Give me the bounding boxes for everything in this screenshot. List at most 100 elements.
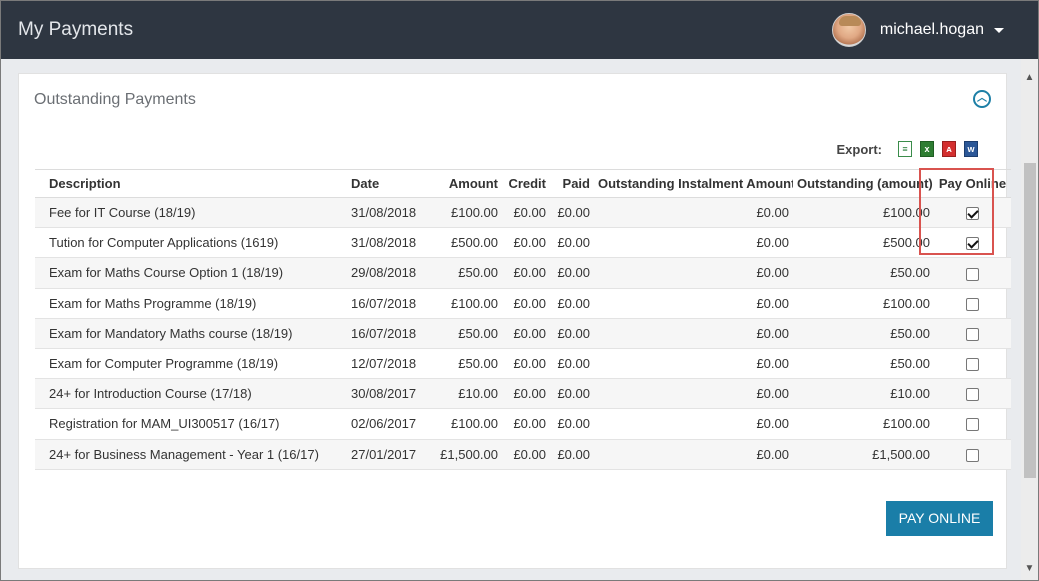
cell-amount: £50.00 [427,348,502,380]
cell-instalment: £0.00 [594,348,793,380]
cell-description: 24+ for Introduction Course (17/18) [35,378,347,410]
cell-amount: £100.00 [427,408,502,440]
export-label: Export: [836,141,883,157]
cell-pay-online [934,227,1011,259]
pay-online-checkbox[interactable] [966,267,979,281]
caret-down-icon[interactable] [994,27,1004,33]
cell-amount: £50.00 [427,318,502,349]
cell-credit: £0.00 [502,288,550,319]
cell-credit: £0.00 [502,197,550,229]
column-header-amount[interactable]: Amount [427,169,502,198]
cell-description: Registration for MAM_UI300517 (16/17) [35,408,347,440]
cell-paid: £0.00 [550,318,594,349]
cell-amount: £500.00 [427,227,502,259]
chevron-up-circle-icon[interactable]: ︿ [973,90,991,108]
cell-date: 27/01/2017 [347,439,427,470]
pay-online-checkbox[interactable] [966,448,979,462]
pay-online-checkbox[interactable] [966,297,979,311]
cell-amount: £10.00 [427,378,502,410]
cell-credit: £0.00 [502,408,550,440]
column-header-pay-online[interactable]: Pay Online [934,169,1011,198]
column-header-description[interactable]: Description [35,169,347,198]
cell-instalment: £0.00 [594,408,793,440]
export-toolbar: Export: ≡ x ᴀ w [836,141,978,157]
cell-outstanding: £10.00 [793,378,934,410]
cell-paid: £0.00 [550,408,594,440]
column-header-outstanding[interactable]: Outstanding (amount) [793,169,934,198]
export-csv-icon[interactable]: ≡ [898,141,912,157]
pay-online-button[interactable]: PAY ONLINE [886,501,993,536]
pay-online-checkbox[interactable] [966,207,979,221]
cell-paid: £0.00 [550,439,594,470]
cell-credit: £0.00 [502,257,550,289]
user-menu[interactable]: michael.hogan [831,13,1004,47]
cell-pay-online [934,257,1011,289]
cell-amount: £100.00 [427,288,502,319]
cell-date: 31/08/2018 [347,197,427,229]
cell-description: Exam for Maths Course Option 1 (18/19) [35,257,347,289]
cell-instalment: £0.00 [594,197,793,229]
scroll-up-arrow-icon[interactable]: ▲ [1021,69,1038,86]
table-row: Exam for Maths Programme (18/19) 16/07/20… [35,288,1011,319]
table-row: Exam for Computer Programme (18/19) 12/07… [35,348,1011,380]
table-row: Tution for Computer Applications (1619) 3… [35,227,1011,259]
cell-outstanding: £1,500.00 [793,439,934,470]
cell-pay-online [934,439,1011,470]
cell-paid: £0.00 [550,197,594,229]
cell-description: 24+ for Business Management - Year 1 (16… [35,439,347,470]
pay-online-checkbox[interactable] [966,418,979,432]
app-window: My Payments michael.hogan Outstanding Pa… [0,0,1039,581]
username-label[interactable]: michael.hogan [880,21,984,39]
column-header-credit[interactable]: Credit [502,169,550,198]
export-word-icon[interactable]: w [964,141,978,157]
column-header-date[interactable]: Date [347,169,427,198]
scrollbar-thumb[interactable] [1024,163,1036,478]
cell-description: Exam for Maths Programme (18/19) [35,288,347,319]
cell-credit: £0.00 [502,439,550,470]
cell-date: 02/06/2017 [347,408,427,440]
cell-description: Tution for Computer Applications (1619) [35,227,347,259]
cell-outstanding: £50.00 [793,318,934,349]
cell-pay-online [934,408,1011,440]
cell-instalment: £0.00 [594,318,793,349]
cell-amount: £1,500.00 [427,439,502,470]
page-title: My Payments [18,19,134,40]
table-row: Registration for MAM_UI300517 (16/17) 02/… [35,408,1011,440]
column-header-paid[interactable]: Paid [550,169,594,198]
cell-date: 31/08/2018 [347,227,427,259]
export-pdf-icon[interactable]: ᴀ [942,141,956,157]
column-header-instalment[interactable]: Outstanding Instalment Amount [594,169,793,198]
pay-online-checkbox[interactable] [966,327,979,341]
cell-paid: £0.00 [550,288,594,319]
cell-amount: £100.00 [427,197,502,229]
cell-description: Exam for Mandatory Maths course (18/19) [35,318,347,349]
table-row: Exam for Mandatory Maths course (18/19) 1… [35,318,1011,349]
cell-outstanding: £50.00 [793,257,934,289]
cell-pay-online [934,348,1011,380]
table-header-row: Description Date Amount Credit Paid Outs… [35,169,1011,198]
table-row: 24+ for Introduction Course (17/18) 30/08… [35,378,1011,410]
cell-outstanding: £100.00 [793,288,934,319]
scroll-down-arrow-icon[interactable]: ▼ [1021,560,1038,577]
cell-instalment: £0.00 [594,439,793,470]
cell-credit: £0.00 [502,227,550,259]
cell-date: 16/07/2018 [347,318,427,349]
cell-paid: £0.00 [550,378,594,410]
pay-online-checkbox[interactable] [966,358,979,372]
pay-online-checkbox[interactable] [966,237,979,251]
cell-outstanding: £100.00 [793,408,934,440]
avatar[interactable] [831,13,866,47]
cell-instalment: £0.00 [594,227,793,259]
cell-pay-online [934,197,1011,229]
cell-date: 30/08/2017 [347,378,427,410]
cell-paid: £0.00 [550,227,594,259]
pay-online-checkbox[interactable] [966,388,979,402]
vertical-scrollbar[interactable]: ▲ ▼ [1021,59,1038,580]
cell-outstanding: £50.00 [793,348,934,380]
cell-description: Fee for IT Course (18/19) [35,197,347,229]
export-excel-icon[interactable]: x [920,141,934,157]
cell-pay-online [934,288,1011,319]
cell-credit: £0.00 [502,318,550,349]
cell-pay-online [934,378,1011,410]
cell-paid: £0.00 [550,257,594,289]
